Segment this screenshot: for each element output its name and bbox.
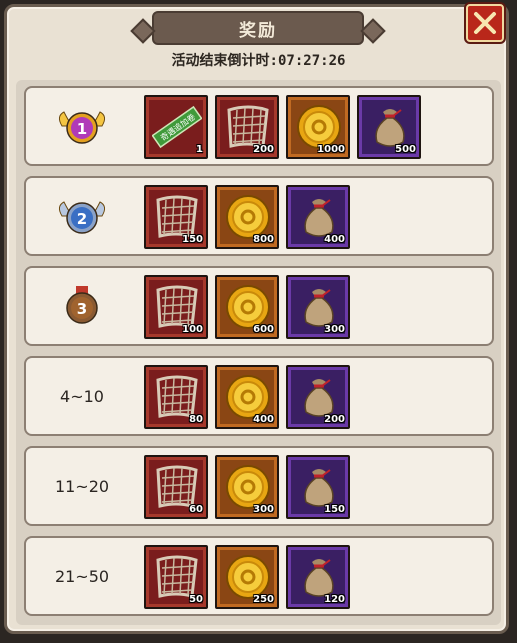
reward-item-slot[interactable]: 100 — [144, 275, 208, 339]
item-quantity: 600 — [253, 324, 274, 335]
item-quantity: 120 — [324, 594, 345, 605]
item-quantity: 200 — [253, 144, 274, 155]
item-quantity: 80 — [189, 414, 203, 425]
silver-medal-2-icon: 2 — [26, 178, 138, 254]
item-quantity: 250 — [253, 594, 274, 605]
reward-item-slot[interactable]: 1000 — [286, 95, 350, 159]
reward-list: 1 奇遇追加卷 1 200 1000 500 2 150 800 400 3 1… — [16, 80, 501, 625]
close-button[interactable] — [466, 4, 504, 42]
item-quantity: 150 — [324, 504, 345, 515]
reward-item-slot[interactable]: 50 — [144, 545, 208, 609]
reward-row: 1 奇遇追加卷 1 200 1000 500 — [24, 86, 494, 166]
reward-item-slot[interactable]: 500 — [357, 95, 421, 159]
reward-item-slot[interactable]: 200 — [215, 95, 279, 159]
reward-item-slot[interactable]: 300 — [215, 455, 279, 519]
rank-label: 11~20 — [54, 476, 110, 496]
bronze-medal-3-icon: 3 — [26, 268, 138, 344]
item-quantity: 150 — [182, 234, 203, 245]
reward-item-slot[interactable]: 400 — [286, 185, 350, 249]
reward-item-slot[interactable]: 600 — [215, 275, 279, 339]
medal-number: 1 — [77, 120, 87, 138]
countdown-label: 活动结束倒计时: — [171, 53, 278, 69]
reward-item-slot[interactable]: 300 — [286, 275, 350, 339]
reward-items: 100 600 300 — [144, 275, 357, 339]
item-quantity: 60 — [189, 504, 203, 515]
reward-item-slot[interactable]: 150 — [286, 455, 350, 519]
rank-label: 4~10 — [60, 386, 104, 406]
reward-row: 2 150 800 400 — [24, 176, 494, 256]
item-quantity: 400 — [324, 234, 345, 245]
reward-row: 3 100 600 300 — [24, 266, 494, 346]
item-quantity: 100 — [182, 324, 203, 335]
medal-number: 3 — [77, 300, 87, 318]
reward-item-slot[interactable]: 250 — [215, 545, 279, 609]
reward-items: 150 800 400 — [144, 185, 357, 249]
close-icon — [474, 12, 496, 34]
reward-items: 60 300 150 — [144, 455, 357, 519]
reward-item-slot[interactable]: 400 — [215, 365, 279, 429]
reward-row: 4~10 80 400 200 — [24, 356, 494, 436]
reward-item-slot[interactable]: 150 — [144, 185, 208, 249]
countdown-text: 活动结束倒计时:07:27:26 — [0, 50, 517, 70]
rank-label: 21~50 — [54, 566, 110, 586]
reward-item-slot[interactable]: 120 — [286, 545, 350, 609]
page-title: 奖励 — [239, 20, 277, 41]
gold-medal-1-icon: 1 — [26, 88, 138, 164]
reward-item-slot[interactable]: 80 — [144, 365, 208, 429]
item-quantity: 50 — [189, 594, 203, 605]
item-quantity: 300 — [253, 504, 274, 515]
item-quantity: 800 — [253, 234, 274, 245]
item-quantity: 1000 — [317, 144, 345, 155]
item-quantity: 1 — [196, 144, 203, 155]
reward-item-slot[interactable]: 200 — [286, 365, 350, 429]
item-quantity: 300 — [324, 324, 345, 335]
item-quantity: 500 — [395, 144, 416, 155]
title-banner: 奖励 — [152, 11, 364, 45]
item-quantity: 200 — [324, 414, 345, 425]
reward-row: 21~50 50 250 120 — [24, 536, 494, 616]
countdown-time: 07:27:26 — [278, 53, 346, 69]
reward-item-slot[interactable]: 奇遇追加卷 1 — [144, 95, 208, 159]
item-quantity: 400 — [253, 414, 274, 425]
reward-items: 奇遇追加卷 1 200 1000 500 — [144, 95, 428, 159]
medal-number: 2 — [77, 210, 87, 228]
reward-items: 50 250 120 — [144, 545, 357, 609]
reward-item-slot[interactable]: 800 — [215, 185, 279, 249]
reward-item-slot[interactable]: 60 — [144, 455, 208, 519]
reward-items: 80 400 200 — [144, 365, 357, 429]
reward-row: 11~20 60 300 150 — [24, 446, 494, 526]
